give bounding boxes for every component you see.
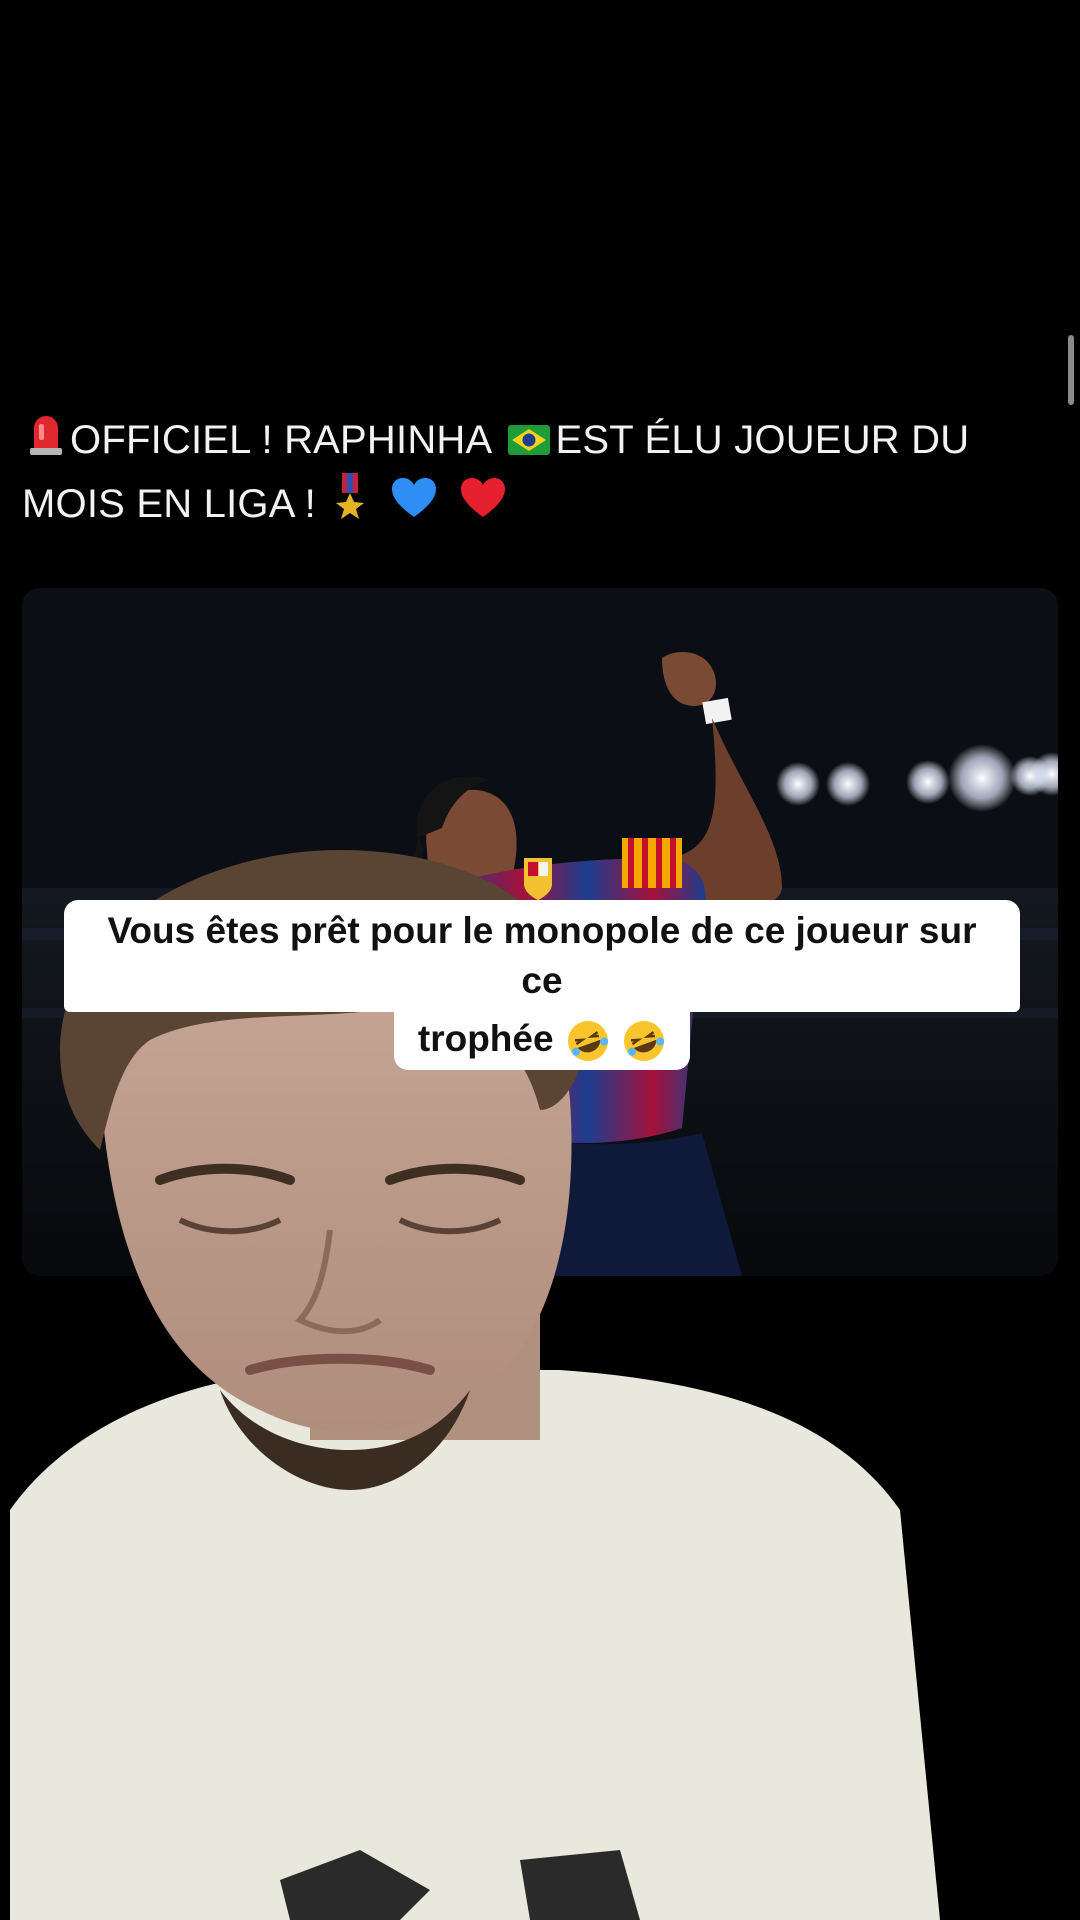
red-heart-icon <box>460 476 506 536</box>
post-title: OFFICIEL ! RAPHINHA EST ÉLU JOUEUR DU MO… <box>22 410 1032 540</box>
scroll-indicator[interactable] <box>1068 335 1074 405</box>
blue-heart-icon <box>391 476 437 536</box>
title-text-part2: EST ÉLU JOUEUR DU <box>555 418 970 462</box>
caption-line-1: Vous êtes prêt pour le monopole de ce jo… <box>64 900 1020 1012</box>
video-caption: Vous êtes prêt pour le monopole de ce jo… <box>64 900 1020 1070</box>
military-medal-icon <box>333 472 367 540</box>
caption-line-2: trophée <box>393 1008 691 1070</box>
title-text-part3: MOIS EN LIGA ! <box>22 482 316 526</box>
rolling-laughing-icon <box>624 1021 665 1062</box>
rolling-laughing-icon <box>567 1021 608 1062</box>
siren-icon <box>28 412 64 473</box>
brazil-flag-icon <box>507 412 550 472</box>
caption-line-2-text: trophée <box>417 1018 554 1059</box>
video-screen[interactable]: OFFICIEL ! RAPHINHA EST ÉLU JOUEUR DU MO… <box>0 0 1080 1920</box>
title-text-part1: OFFICIEL ! RAPHINHA <box>70 418 491 462</box>
